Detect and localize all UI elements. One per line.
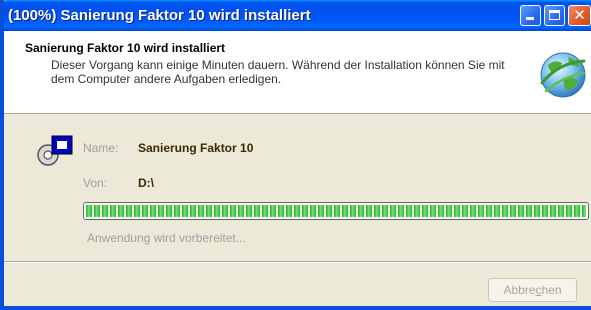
header-title: Sanierung Faktor 10 wird installiert — [25, 41, 226, 55]
from-label: Von: — [83, 176, 108, 190]
progress-bar — [83, 202, 589, 220]
title-bar[interactable]: (100%) Sanierung Faktor 10 wird installi… — [4, 0, 591, 31]
cancel-label-start: Abbre — [503, 283, 536, 297]
minimize-icon — [526, 17, 534, 20]
status-text: Anwendung wird vorbereitet... — [87, 231, 246, 245]
globe-icon — [540, 52, 586, 98]
close-button[interactable]: ✕ — [568, 5, 591, 26]
maximize-icon — [549, 10, 560, 20]
minimize-button[interactable] — [520, 5, 541, 26]
close-icon: ✕ — [573, 6, 586, 24]
maximize-button[interactable] — [544, 5, 565, 26]
window-title: (100%) Sanierung Faktor 10 wird installi… — [8, 7, 311, 24]
header-description: Dieser Vorgang kann einige Minuten dauer… — [51, 58, 505, 86]
cancel-button[interactable]: Abbrechen — [488, 278, 577, 302]
name-label: Name: — [83, 141, 119, 155]
from-value: D:\ — [138, 176, 154, 190]
divider-highlight — [4, 262, 591, 263]
application-install-icon — [37, 135, 73, 166]
progress-fill — [86, 205, 586, 217]
name-value: Sanierung Faktor 10 — [138, 141, 254, 155]
install-dialog-window: (100%) Sanierung Faktor 10 wird installi… — [0, 0, 591, 310]
cancel-label-end: hen — [541, 283, 562, 297]
header-panel: Sanierung Faktor 10 wird installiert Die… — [4, 31, 591, 114]
